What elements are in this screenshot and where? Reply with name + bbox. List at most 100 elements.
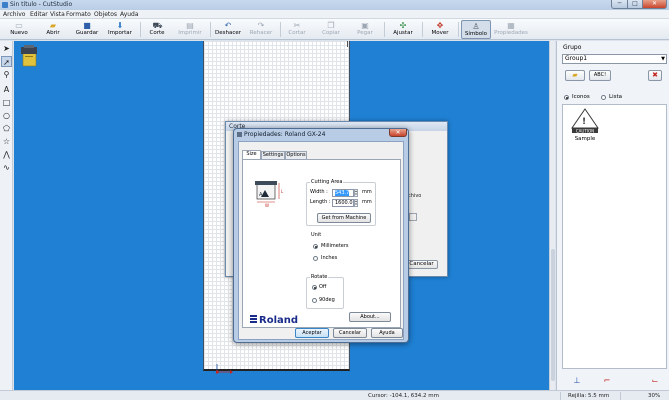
toolbar-separator [280,22,281,37]
menu-formato[interactable]: Formato [66,11,91,18]
text-tool-icon[interactable]: A [1,84,12,95]
list-view-radio[interactable] [601,95,606,100]
cursor-position: Cursor: -104.1, 634.2 mm [368,393,440,399]
unit-title: Unit [310,232,323,238]
undo-button[interactable]: ↶ Deshacer [214,20,242,39]
icons-view-radio[interactable] [564,95,569,100]
align-to-origin-icon[interactable]: ⊥ [567,373,587,387]
svg-text:A: A [259,192,263,198]
close-window-button[interactable]: ✕ [642,0,667,9]
tab-settings[interactable]: Settings [261,151,285,159]
curve-tool-icon[interactable]: ∿ [1,162,12,173]
symbol-list[interactable]: ! CAUTION Sample [562,104,667,369]
import-icon: ⬇ [116,21,124,30]
inches-radio[interactable] [313,256,318,261]
properties-icon: ▦ [507,21,515,30]
title-bar: Sin título - CutStudio ─ □ ✕ [0,0,669,10]
help-button[interactable]: Ayuda [371,328,403,338]
menu-vista[interactable]: Vista [50,11,65,18]
symbol-caption: Sample [574,136,596,142]
symbol-button[interactable]: ♙ Símbolo [461,20,491,39]
width-input[interactable]: 543.7 [332,189,354,197]
rotate-group: Rotate Off 90deg [306,274,344,309]
cutting-area-title: Cutting Area [310,179,344,185]
fit-button[interactable]: ✣ Ajustar [390,20,416,39]
minimize-button[interactable]: ─ [611,0,628,9]
maximize-button[interactable]: □ [627,0,643,9]
rotate-90-radio[interactable] [312,298,317,303]
width-spinner[interactable]: ▴ ▾ [354,189,358,197]
tab-size[interactable]: Size [242,150,261,159]
symbol-panel: Grupo Group1 ▼ ▰ ABC! ✖ Iconos Lista ! C… [556,41,669,390]
properties-body: Size Settings Options W L A Cutting Area… [238,141,404,340]
get-from-machine-button[interactable]: Get from Machine [317,213,371,223]
scissors-icon: ✂ [293,21,301,30]
copy-button[interactable]: ❐ Copiar [320,20,342,39]
window-title: Sin título - CutStudio [10,1,73,8]
rotate-90-label: 90deg [319,297,335,303]
redo-button[interactable]: ↷ Rehacer [248,20,274,39]
group-select[interactable]: Group1 ▼ [562,54,667,64]
node-edit-tool-icon[interactable]: ➚ [1,56,12,67]
ellipse-tool-icon[interactable]: ○ [1,110,12,121]
menu-archivo[interactable]: Archivo [3,11,25,18]
red-corner-icon[interactable]: ⌙ [645,373,665,387]
properties-button[interactable]: ▦ Propiedades [494,20,528,39]
folder-icon: ▰ [572,71,578,79]
new-button[interactable]: ▭ Nuevo [8,20,30,39]
cutting-area-diagram-icon: W L A [255,181,284,208]
svg-text:!: ! [582,117,586,127]
cut-dialog-cancel-button[interactable]: Cancelar [405,260,438,269]
properties-close-button[interactable]: ✕ [389,129,407,137]
scrollbar-thumb[interactable] [551,249,555,381]
svg-text:L: L [281,189,284,194]
star-tool-icon[interactable]: ☆ [1,136,12,147]
millimeters-radio[interactable] [313,244,318,249]
import-button[interactable]: ⬇ Importar [106,20,134,39]
red-origin-icon[interactable]: ⌐ [597,373,617,387]
ok-button[interactable]: Aceptar [295,328,329,338]
about-button[interactable]: About... [349,312,391,322]
status-divider [560,392,561,400]
cut-out-button[interactable]: ⛟ Corte [146,20,168,39]
length-spinner[interactable]: ▴ ▾ [354,199,358,207]
menu-editar[interactable]: Editar [30,11,48,18]
cancel-button[interactable]: Cancelar [333,328,367,338]
roland-logo: Roland [250,315,298,325]
delete-symbol-button[interactable]: ✖ [648,70,662,81]
open-button[interactable]: ▰ Abrir [43,20,63,39]
cutting-area-group: Cutting Area Width : 543.7 ▴ ▾ mm Length … [306,179,376,226]
undo-icon: ↶ [224,21,232,30]
toolbar-separator [140,22,141,37]
zoom-tool-icon[interactable]: ⚲ [1,69,12,80]
paste-button[interactable]: ▣ Pegar [354,20,376,39]
move-button[interactable]: ✥ Mover [428,20,452,39]
new-file-icon: ▭ [15,21,23,30]
toolbar-separator [210,22,211,37]
polyline-tool-icon[interactable]: ⋀ [1,149,12,160]
save-button[interactable]: ■ Guardar [74,20,100,39]
menu-ayuda[interactable]: Ayuda [120,11,139,18]
rotate-off-radio[interactable] [312,285,317,290]
cutter-device-icon[interactable] [20,44,38,67]
caution-symbol-icon[interactable]: ! CAUTION [571,108,599,134]
menu-objetos[interactable]: Objetos [94,11,117,18]
polygon-tool-icon[interactable]: ⬠ [1,123,12,134]
rectangle-tool-icon[interactable]: □ [1,97,12,108]
cut-button[interactable]: ✂ Cortar [286,20,308,39]
sheet-edge-marker [347,41,348,47]
status-divider [620,392,621,400]
select-tool-icon[interactable]: ➤ [1,43,12,54]
print-button[interactable]: ▤ Imprimir [176,20,204,39]
grid-size: Rejilla: 5.5 mm [568,393,610,399]
cut-dialog-checkbox[interactable] [409,213,417,221]
toolbar: ▭ Nuevo ▰ Abrir ■ Guardar ⬇ Importar ⛟ C… [0,19,669,40]
add-text-symbol-button[interactable]: ABC! [589,70,611,81]
chevron-down-icon: ▼ [661,56,665,62]
menu-bar: Archivo Editar Vista Formato Objetos Ayu… [0,10,669,19]
toolbar-separator [422,22,423,37]
tab-options[interactable]: Options [285,151,307,159]
open-symbol-folder-button[interactable]: ▰ [565,70,585,81]
length-input[interactable]: 1600.0 [332,199,354,207]
vertical-scrollbar[interactable] [549,41,555,390]
